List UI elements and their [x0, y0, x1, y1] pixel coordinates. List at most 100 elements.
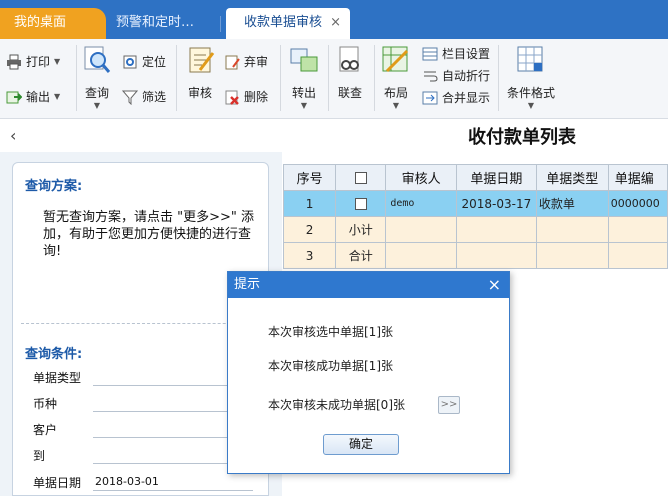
filter-button[interactable]: 筛选 — [122, 88, 166, 105]
dialog-title: 提示 — [234, 277, 261, 292]
columns-icon — [422, 47, 438, 60]
chevron-down-icon: ▼ — [392, 101, 400, 110]
tab-separator — [220, 16, 221, 32]
chevron-down-icon: ▼ — [54, 57, 61, 66]
cell-doc-date — [455, 216, 537, 243]
table-row[interactable]: 3 合计 — [282, 242, 668, 269]
column-header-doc-no[interactable]: 单据编 — [607, 164, 668, 191]
merge-display-button[interactable]: 合并显示 — [422, 89, 490, 106]
chevron-down-icon: ▼ — [527, 101, 535, 110]
tab-receipt-audit[interactable]: 收款单据审核 × — [226, 8, 350, 39]
column-header-doc-type[interactable]: 单据类型 — [535, 164, 609, 191]
cell-doc-no: 0000000 — [607, 190, 668, 217]
toolbar-divider — [374, 45, 375, 111]
cell-seq: 3 — [282, 242, 337, 269]
grid-header-row: 序号 审核人 单据日期 单据类型 单据编 — [282, 164, 668, 191]
conditional-format-label: 条件格式 — [506, 86, 555, 100]
tab-my-desktop[interactable]: 我的桌面 — [0, 8, 106, 39]
dashed-divider — [21, 323, 261, 324]
doc-date-value[interactable]: 2018-03-01 — [95, 475, 159, 488]
scheme-hint: 暂无查询方案，请点击 "更多>>" 添加，有助于您更加方便快捷的进行查询! — [43, 210, 255, 259]
query-label: 查询 — [84, 86, 109, 100]
export-label: 输出 — [26, 90, 51, 104]
cell-doc-type: 收款单 — [535, 190, 609, 217]
field-label-doc-date: 单据日期 — [33, 476, 82, 490]
printer-icon — [7, 54, 21, 69]
toolbar-divider — [328, 45, 329, 111]
prompt-dialog: 提示 × 本次审核选中单据[1]张 本次审核成功单据[1]张 本次审核未成功单据… — [227, 271, 510, 474]
locate-button[interactable]: 定位 — [122, 53, 166, 70]
toolbar-divider — [176, 45, 177, 111]
row-checkbox[interactable] — [354, 198, 367, 210]
cell-auditor — [385, 242, 457, 269]
print-label: 打印 — [26, 55, 51, 69]
conditional-format-button[interactable]: 条件格式 ▼ — [504, 45, 558, 110]
wrap-icon — [424, 71, 438, 81]
export-icon — [6, 91, 22, 103]
ok-button[interactable]: 确定 — [323, 434, 399, 455]
column-settings-button[interactable]: 栏目设置 — [422, 45, 490, 62]
auto-wrap-label: 自动折行 — [442, 69, 491, 83]
column-settings-label: 栏目设置 — [442, 47, 491, 61]
auto-wrap-button[interactable]: 自动折行 — [422, 67, 490, 84]
cell-doc-no — [607, 242, 668, 269]
toolbar-divider — [280, 45, 281, 111]
merge-display-label: 合并显示 — [442, 91, 491, 105]
audit-icon — [189, 47, 215, 73]
select-all-checkbox[interactable] — [354, 171, 367, 184]
column-header-doc-date[interactable]: 单据日期 — [455, 164, 537, 191]
transfer-button[interactable]: 转出 ▼ — [288, 45, 320, 110]
tab-alerts-scheduled[interactable]: 预警和定时… — [102, 8, 220, 39]
cell-select[interactable] — [335, 190, 387, 217]
link-query-button[interactable]: 联查 — [334, 45, 366, 101]
chevron-down-icon: ▼ — [93, 101, 101, 110]
close-icon[interactable]: × — [488, 272, 501, 298]
scheme-title: 查询方案: — [25, 179, 83, 194]
table-row[interactable]: 2 小计 — [282, 216, 668, 243]
conditional-format-icon — [517, 46, 543, 72]
page-title: 收付款单列表 — [468, 127, 576, 148]
field-label-currency: 币种 — [33, 397, 58, 411]
column-header-auditor[interactable]: 审核人 — [385, 164, 457, 191]
column-header-seq[interactable]: 序号 — [282, 164, 337, 191]
close-icon[interactable]: × — [330, 8, 341, 37]
success-count-message: 本次审核成功单据[1]张 — [268, 359, 393, 373]
column-header-select-all[interactable] — [335, 164, 387, 191]
filter-icon — [122, 90, 138, 105]
audit-label: 审核 — [187, 86, 212, 100]
doc-date-input[interactable] — [93, 490, 253, 491]
layout-icon — [382, 46, 409, 73]
abandon-audit-button[interactable]: 弃审 — [224, 53, 268, 70]
collapse-arrow-icon[interactable]: ‹ — [10, 126, 16, 145]
selected-count-message: 本次审核选中单据[1]张 — [268, 325, 393, 339]
export-button[interactable]: 输出 ▼ — [6, 88, 60, 105]
audit-button[interactable]: 审核 — [186, 45, 215, 101]
cell-doc-type — [535, 216, 609, 243]
layout-label: 布局 — [383, 86, 408, 100]
locate-label: 定位 — [142, 55, 167, 69]
abandon-label: 弃审 — [244, 55, 269, 69]
dialog-header: 提示 × — [228, 272, 509, 298]
field-label-doc-type: 单据类型 — [33, 371, 82, 385]
cell-auditor — [385, 216, 457, 243]
cell-subtotal-label: 小计 — [335, 216, 387, 243]
title-row: ‹ 收付款单列表 — [0, 120, 668, 152]
query-button[interactable]: 查询 ▼ — [82, 45, 112, 110]
cell-doc-date — [455, 242, 537, 269]
cell-doc-type — [535, 242, 609, 269]
delete-button[interactable]: 删除 — [224, 88, 268, 105]
layout-button[interactable]: 布局 ▼ — [380, 45, 412, 110]
chevron-down-icon: ▼ — [54, 92, 61, 101]
abandon-icon — [225, 55, 240, 69]
cell-doc-date: 2018-03-17 — [455, 190, 537, 217]
more-details-button[interactable]: >> — [438, 396, 460, 414]
delete-icon — [225, 90, 239, 105]
print-button[interactable]: 打印 ▼ — [6, 53, 60, 70]
field-label-customer: 客户 — [33, 423, 58, 437]
field-label-to: 到 — [33, 449, 46, 463]
transfer-icon — [290, 48, 318, 72]
condition-title: 查询条件: — [25, 347, 83, 362]
cell-seq: 2 — [282, 216, 337, 243]
table-row[interactable]: 1 demo 2018-03-17 收款单 0000000 — [282, 190, 668, 217]
failed-count-message: 本次审核未成功单据[0]张 — [268, 398, 405, 412]
